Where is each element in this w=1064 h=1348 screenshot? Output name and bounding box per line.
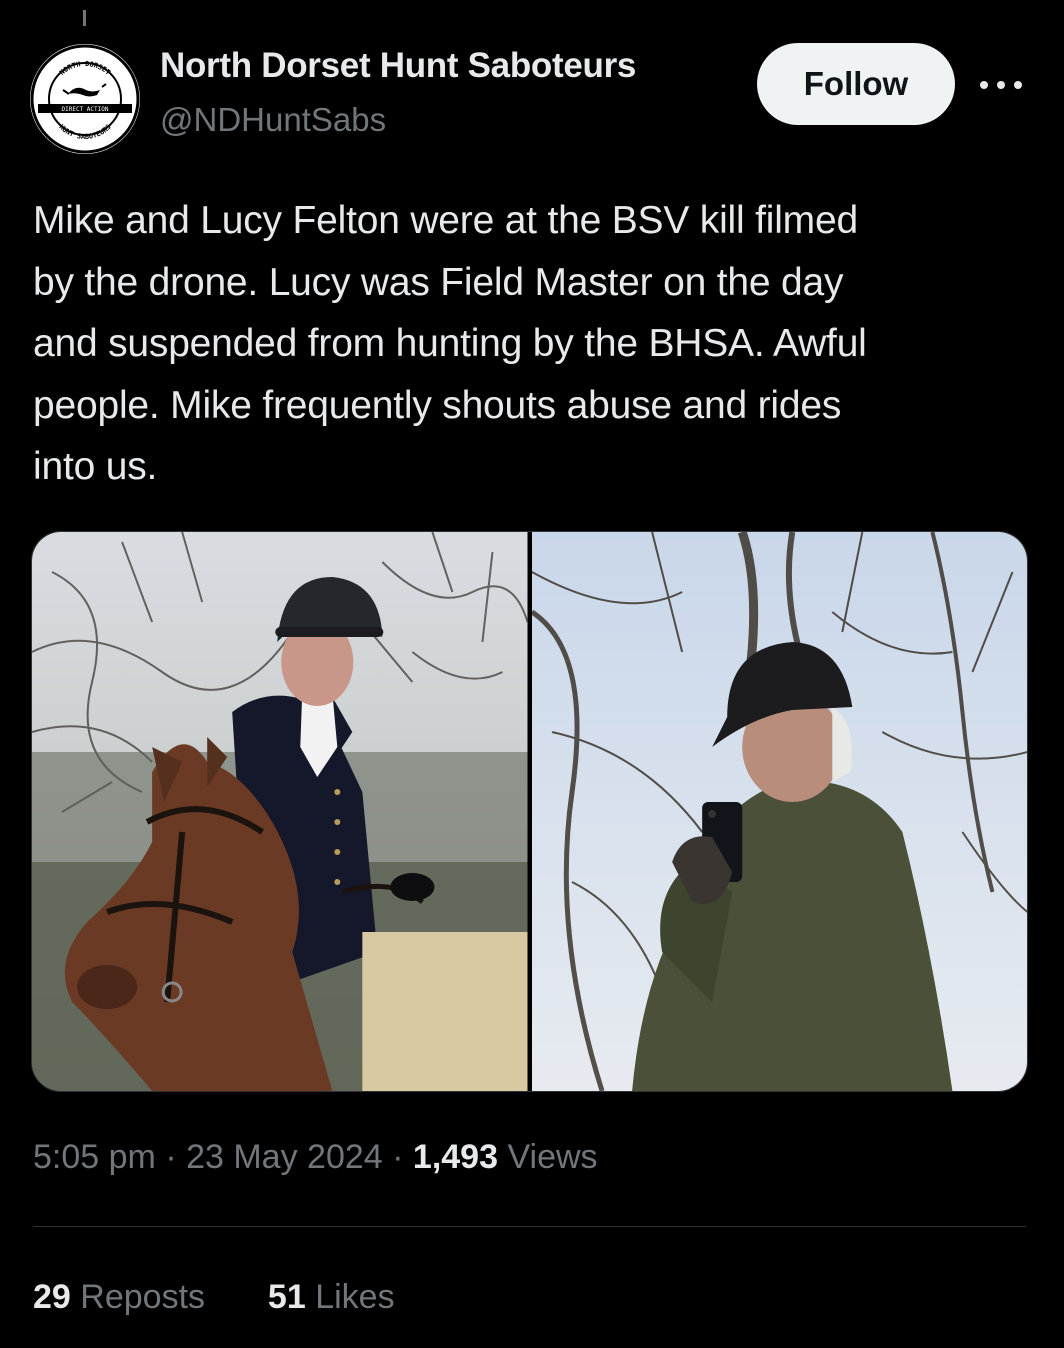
views-label: Views — [507, 1138, 598, 1176]
logo-text-middle: DIRECT ACTION — [62, 106, 109, 113]
tweet-date[interactable]: 23 May 2024 — [186, 1138, 383, 1176]
thread-line — [83, 10, 86, 26]
reposts-stat[interactable]: 29 Reposts — [33, 1278, 214, 1316]
rider-on-horse-photo[interactable] — [32, 532, 528, 1091]
more-horizontal-icon[interactable] — [980, 70, 1022, 100]
reposts-count: 29 — [33, 1278, 71, 1316]
tweet-time[interactable]: 5:05 pm — [33, 1138, 156, 1176]
tweet-media — [31, 531, 1028, 1092]
meta-separator: · — [165, 1138, 177, 1176]
reposts-label: Reposts — [80, 1278, 206, 1316]
avatar[interactable]: NORTH DORSET HUNT SABOTEURS DIRECT ACTIO… — [30, 44, 140, 154]
views-count: 1,493 — [412, 1138, 499, 1176]
tweet-stats: 29 Reposts 51 Likes — [33, 1278, 395, 1317]
account-handle[interactable]: @NDHuntSabs — [160, 101, 386, 139]
account-name[interactable]: North Dorset Hunt Saboteurs — [160, 46, 636, 86]
likes-stat[interactable]: 51 Likes — [268, 1278, 395, 1316]
rider-on-horse-image — [32, 532, 528, 1091]
tweet-meta: 5:05 pm · 23 May 2024 · 1,493 Views — [33, 1138, 598, 1177]
tweet-page: NORTH DORSET HUNT SABOTEURS DIRECT ACTIO… — [0, 0, 1064, 1348]
divider — [33, 1226, 1026, 1227]
tweet-text: Mike and Lucy Felton were at the BSV kil… — [33, 199, 867, 488]
rider-with-phone-photo[interactable] — [531, 532, 1027, 1091]
hunt-sab-logo-icon: NORTH DORSET HUNT SABOTEURS DIRECT ACTIO… — [30, 44, 140, 154]
likes-count: 51 — [267, 1278, 306, 1316]
rider-with-phone-image — [531, 532, 1027, 1091]
meta-separator: · — [392, 1138, 404, 1176]
likes-label: Likes — [315, 1278, 395, 1316]
follow-button[interactable]: Follow — [757, 43, 955, 125]
